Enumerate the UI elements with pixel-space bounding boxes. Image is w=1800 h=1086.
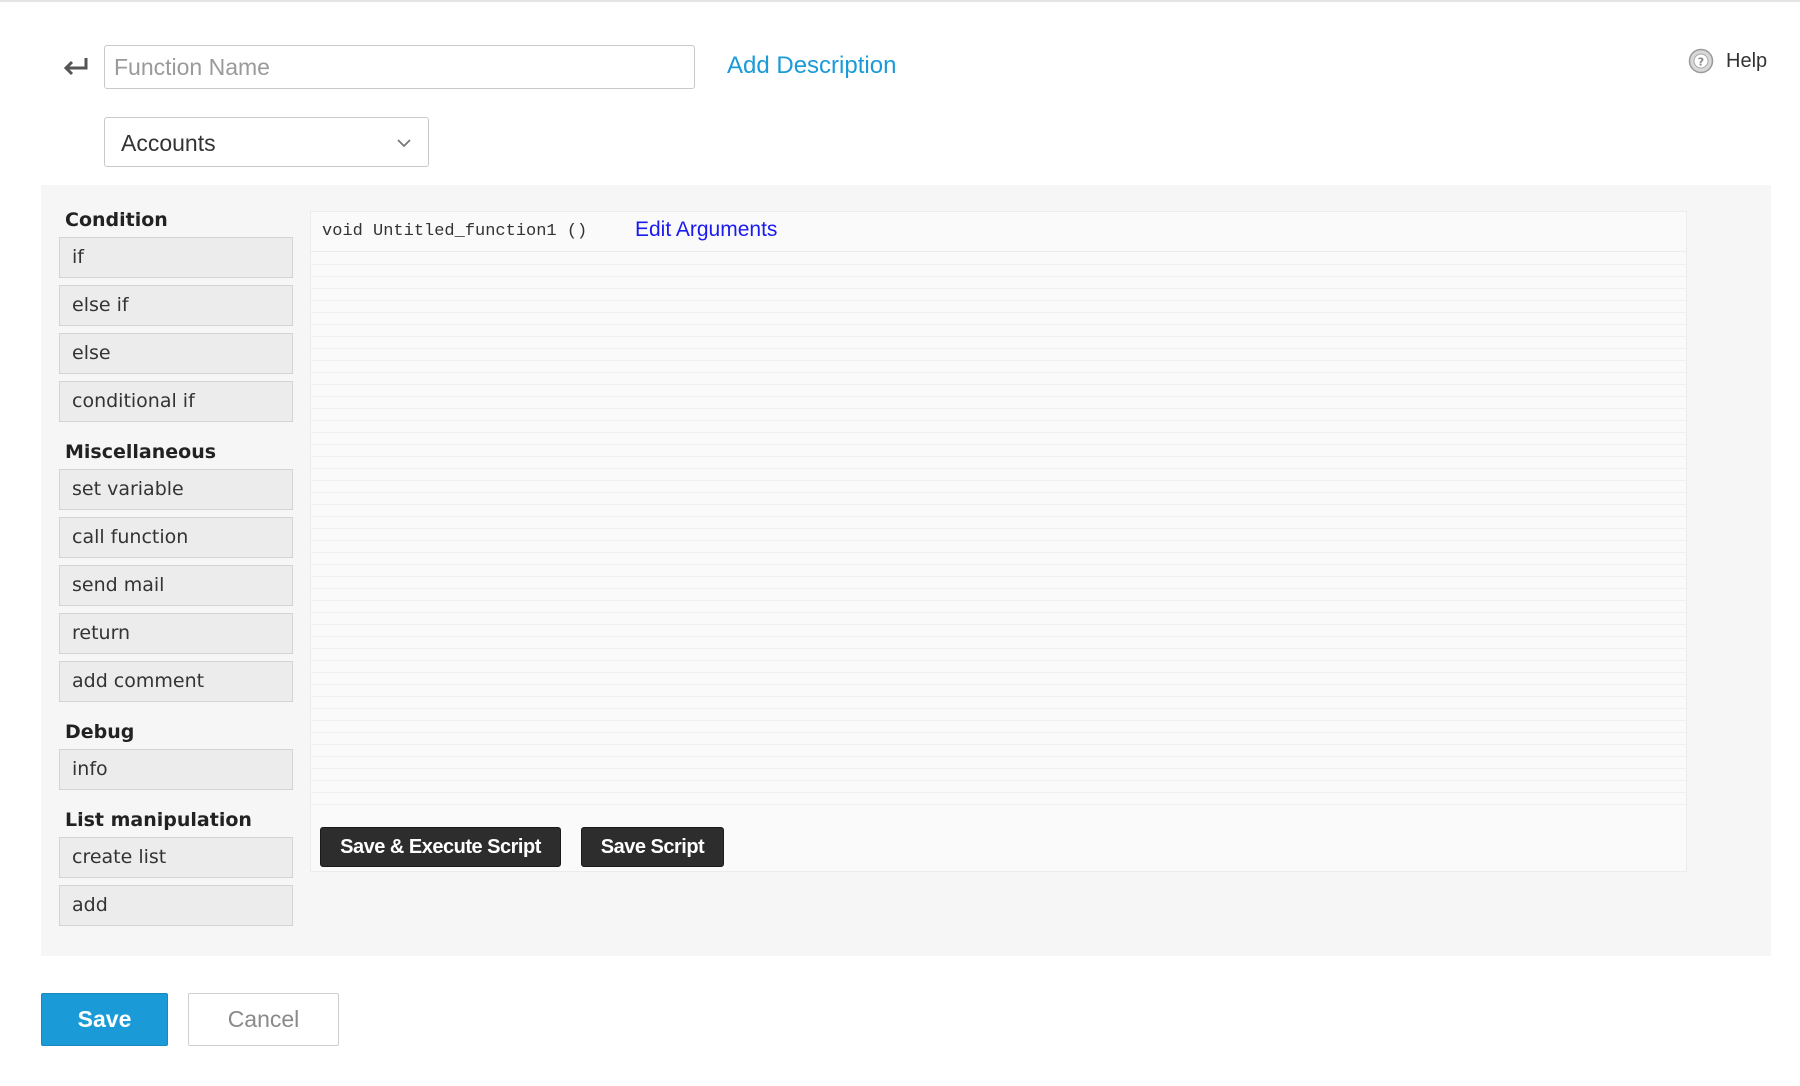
function-signature: void Untitled_function1 (): [322, 222, 588, 241]
function-signature-line: void Untitled_function1 () Edit Argument…: [311, 212, 1686, 252]
back-arrow-icon[interactable]: [60, 52, 90, 82]
chevron-down-icon: [397, 139, 411, 148]
script-builder-panel: Condition if else if else conditional if…: [41, 185, 1771, 956]
script-drop-area[interactable]: [311, 253, 1686, 813]
script-editor: void Untitled_function1 () Edit Argument…: [310, 211, 1687, 872]
function-name-input[interactable]: [104, 45, 695, 89]
palette-item-conditional-if[interactable]: conditional if: [59, 381, 293, 422]
add-description-link[interactable]: Add Description: [727, 52, 896, 80]
help-circle-icon: ?: [1688, 48, 1714, 74]
save-execute-script-button[interactable]: Save & Execute Script: [320, 827, 561, 867]
palette-heading-list-manipulation: List manipulation: [65, 809, 252, 831]
palette-item-send-mail[interactable]: send mail: [59, 565, 293, 606]
top-divider: [0, 0, 1800, 2]
module-select-value: Accounts: [121, 130, 216, 156]
help-label: Help: [1726, 49, 1768, 72]
palette-item-info[interactable]: info: [59, 749, 293, 790]
module-select[interactable]: Accounts: [104, 117, 429, 167]
save-script-button[interactable]: Save Script: [581, 827, 724, 867]
palette-heading-debug: Debug: [65, 721, 135, 743]
palette-heading-condition: Condition: [65, 209, 168, 231]
palette-item-else[interactable]: else: [59, 333, 293, 374]
palette-item-if[interactable]: if: [59, 237, 293, 278]
palette-item-call-function[interactable]: call function: [59, 517, 293, 558]
save-button[interactable]: Save: [41, 993, 168, 1046]
palette-item-set-variable[interactable]: set variable: [59, 469, 293, 510]
edit-arguments-link[interactable]: Edit Arguments: [635, 218, 777, 242]
palette-item-return[interactable]: return: [59, 613, 293, 654]
palette-item-add[interactable]: add: [59, 885, 293, 926]
palette-heading-miscellaneous: Miscellaneous: [65, 441, 217, 463]
palette-item-else-if[interactable]: else if: [59, 285, 293, 326]
svg-text:?: ?: [1698, 56, 1704, 69]
palette-item-create-list[interactable]: create list: [59, 837, 293, 878]
statement-palette: Condition if else if else conditional if…: [41, 185, 311, 956]
cancel-button[interactable]: Cancel: [188, 993, 339, 1046]
help-link[interactable]: ? Help: [1688, 48, 1767, 74]
palette-item-add-comment[interactable]: add comment: [59, 661, 293, 702]
